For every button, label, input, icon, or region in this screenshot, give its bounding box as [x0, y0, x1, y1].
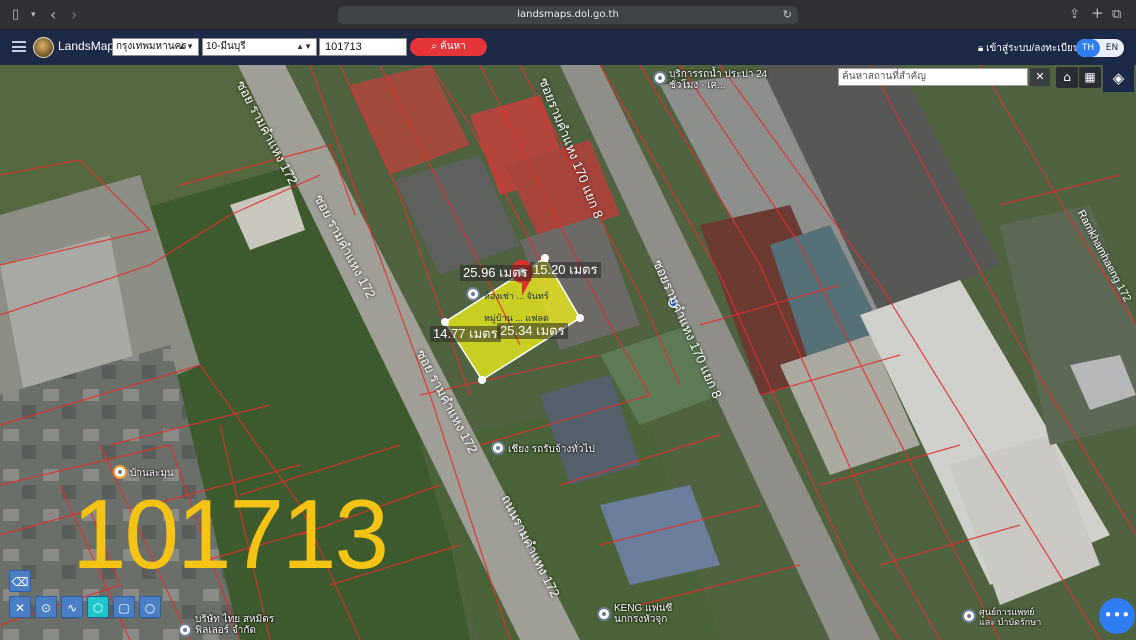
brand-title: LandsMaps — [58, 39, 121, 53]
poi-label: หมู่บ้าน ... แฟลต — [484, 313, 549, 323]
dol-logo — [33, 37, 54, 58]
circle-icon[interactable]: ○ — [139, 596, 161, 618]
parcel-search-input[interactable]: 101713 — [319, 38, 407, 56]
place-search-input[interactable]: ค้นหาสถานที่สำคัญ — [838, 68, 1028, 86]
search-button[interactable]: ⌕ ค้นหา — [410, 38, 487, 56]
measure-label: 15.20 เมตร — [530, 262, 601, 278]
poi-marker[interactable] — [178, 623, 192, 637]
poi-marker[interactable] — [491, 441, 505, 455]
eraser-icon[interactable]: ⌫ — [9, 570, 31, 592]
new-tab-icon[interactable]: + — [1091, 5, 1104, 21]
chevron-down-icon: ▲▼ — [296, 42, 312, 51]
grid-icon[interactable]: ▦ — [1079, 67, 1101, 88]
map-view[interactable]: 25.96 เมตร 15.20 เมตร 14.77 เมตร 25.34 เ… — [0, 65, 1136, 640]
poi-label: บริการรถน้ำ ประปา 24 ชั่วโมง - เค... — [669, 69, 768, 91]
layers-icon[interactable]: ◈ — [1103, 65, 1134, 92]
pin-icon[interactable]: ⊙ — [35, 596, 57, 618]
tabs-overview-icon[interactable]: ⧉ — [1112, 7, 1121, 23]
menu-icon[interactable] — [12, 41, 26, 52]
app-header: LandsMaps กรุงเทพมหานคร ▲▼ 10-มีนบุรี ▲▼ 1… — [0, 30, 1136, 65]
language-toggle[interactable]: TH EN — [1076, 39, 1124, 57]
poi-marker[interactable] — [113, 465, 127, 479]
poi-label: KENG แฟนซี นกกรงหัวจุก — [614, 603, 673, 625]
search-icon: ⌕ — [431, 41, 441, 52]
lang-th-button[interactable]: TH — [1076, 39, 1100, 57]
browser-toolbar: ▯ ▾ ‹ › landsmaps.dol.go.th ↻ ⇪ + ⧉ — [0, 0, 1136, 30]
sidebar-icon[interactable]: ▯ — [12, 7, 19, 23]
parcel-number-overlay: 101713 — [72, 479, 389, 589]
measure-label: 14.77 เมตร — [430, 326, 501, 342]
login-link-label: เข้าสู่ระบบ/ลงทะเบียน — [986, 43, 1080, 54]
rectangle-icon[interactable]: ▢ — [113, 596, 135, 618]
poi-marker[interactable] — [597, 607, 611, 621]
chevron-down-icon: ▲▼ — [178, 42, 194, 51]
search-button-label: ค้นหา — [440, 41, 466, 52]
poi-marker[interactable] — [466, 287, 480, 301]
province-select-value: กรุงเทพมหานคร — [116, 41, 187, 52]
poi-label: ห้องเช่า ... จันทร์ — [484, 291, 549, 301]
poi-marker[interactable] — [962, 609, 976, 623]
chat-icon[interactable]: ••• — [1099, 598, 1135, 634]
measure-label: 25.34 เมตร — [497, 323, 568, 339]
measure-label: 25.96 เมตร — [460, 265, 531, 281]
poi-label: ศูนย์การแพทย์และ บำบัดรักษา — [979, 607, 1042, 627]
line-icon[interactable]: ∿ — [61, 596, 83, 618]
polygon-icon[interactable]: ⬡ — [87, 596, 109, 618]
poi-marker[interactable] — [653, 71, 667, 85]
address-bar[interactable]: landsmaps.dol.go.th ↻ — [338, 6, 798, 24]
chevron-down-icon[interactable]: ▾ — [31, 7, 36, 23]
url-text: landsmaps.dol.go.th — [517, 9, 619, 20]
poi-label: บริษัท ไทย สหมิตร ฟิลเลอร์ จำกัด — [195, 614, 275, 636]
share-icon[interactable]: ⇪ — [1069, 7, 1080, 23]
district-select-value: 10-มีนบุรี — [206, 41, 246, 52]
poi-label: เชียง รถรับจ้างทั่วไป — [508, 444, 595, 455]
district-select[interactable]: 10-มีนบุรี ▲▼ — [202, 38, 317, 56]
reload-icon[interactable]: ↻ — [783, 6, 792, 24]
lock-icon: 🔒︎ — [978, 43, 987, 54]
lang-en-button[interactable]: EN — [1100, 39, 1124, 57]
home-icon[interactable]: ⌂ — [1056, 67, 1078, 88]
clear-search-button[interactable]: ✕ — [1030, 68, 1050, 86]
forward-icon[interactable]: › — [71, 7, 77, 23]
measure-icon[interactable]: ✕ — [9, 596, 31, 618]
back-icon[interactable]: ‹ — [50, 7, 56, 23]
province-select[interactable]: กรุงเทพมหานคร ▲▼ — [112, 38, 199, 56]
login-link[interactable]: 🔒︎ เข้าสู่ระบบ/ลงทะเบียน — [978, 41, 1080, 56]
